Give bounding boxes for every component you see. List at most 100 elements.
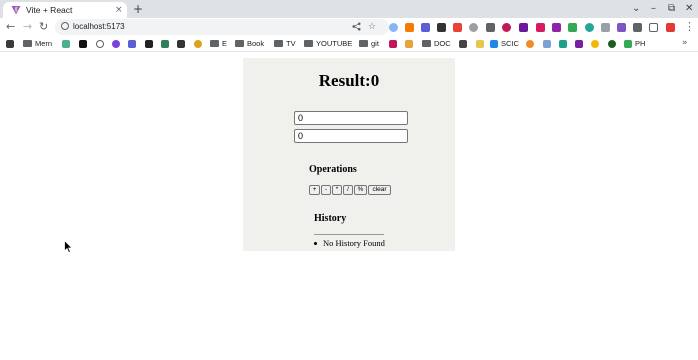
bookmark-folder-e[interactable]: E (210, 38, 227, 49)
bookmark-item[interactable] (79, 38, 87, 49)
bookmark-item[interactable] (526, 38, 534, 49)
extension-icon[interactable] (405, 23, 414, 32)
vite-logo-icon (11, 6, 21, 15)
bookmark-drive-scic[interactable]: SCIC (490, 38, 519, 49)
tab-title: Vite + React (26, 5, 73, 15)
operations-buttons: + - * / % clear (309, 185, 391, 195)
bookmark-folder-git[interactable]: git (359, 38, 379, 49)
site-info-icon[interactable] (61, 22, 69, 30)
bookmark-app-icon (128, 39, 136, 48)
extension-icon[interactable] (519, 23, 528, 32)
minimize-icon[interactable]: – (651, 1, 656, 17)
folder-icon (23, 40, 32, 47)
extension-icon[interactable] (617, 23, 626, 32)
extensions-puzzle-icon[interactable] (633, 23, 642, 32)
add-button[interactable]: + (309, 185, 320, 195)
menu-icon[interactable]: ⋮ (684, 19, 695, 35)
folder-icon (235, 40, 244, 47)
bookmark-folder-doc[interactable]: DOC (422, 38, 451, 49)
bookmark-app-icon (194, 39, 202, 48)
bookmark-label: PH (635, 38, 646, 48)
extension-icon[interactable] (421, 23, 430, 32)
folder-icon (210, 40, 219, 47)
bookmark-app-icon (6, 39, 14, 48)
bookmark-item[interactable] (194, 38, 202, 49)
bookmark-item[interactable] (145, 38, 153, 49)
bookmark-item[interactable] (459, 38, 467, 49)
extension-icon[interactable] (389, 23, 398, 32)
bookmark-folder-youtube[interactable]: YOUTUBE (304, 38, 352, 49)
bookmark-item[interactable] (177, 38, 185, 49)
extension-icon[interactable] (486, 23, 495, 32)
extension-icon[interactable] (502, 23, 511, 32)
bookmark-folder-book[interactable]: Book (235, 38, 264, 49)
bookmark-item[interactable] (608, 38, 616, 49)
history-empty-text: No History Found (323, 238, 385, 248)
bookmark-app-icon (62, 39, 70, 48)
subtract-button[interactable]: - (321, 185, 331, 195)
gmail-icon[interactable] (453, 23, 462, 32)
close-window-icon[interactable]: ✕ (685, 1, 693, 17)
bookmark-label: Book (247, 38, 265, 48)
bookmark-app-icon (112, 39, 120, 48)
extension-icon[interactable] (469, 23, 478, 32)
bookmark-item[interactable] (112, 38, 120, 49)
bookmark-label: TV (286, 38, 296, 48)
extension-icon[interactable] (601, 23, 610, 32)
modulo-button[interactable]: % (354, 185, 367, 195)
bookmark-item[interactable] (575, 38, 583, 49)
bookmark-folder-tv[interactable]: TV (274, 38, 296, 49)
google-drive-icon (490, 39, 498, 48)
history-divider (314, 234, 384, 235)
side-panel-icon[interactable] (649, 23, 658, 32)
address-bar[interactable]: localhost:5173 ☆ (55, 19, 389, 35)
bookmark-item[interactable] (389, 38, 397, 49)
bookmark-item[interactable] (128, 38, 136, 49)
url-text[interactable]: localhost:5173 (73, 20, 125, 34)
extension-icon[interactable] (536, 23, 545, 32)
bullet-icon (314, 242, 317, 246)
multiply-button[interactable]: * (332, 185, 342, 195)
bookmark-folder-mern[interactable]: Mern (23, 38, 52, 49)
extension-icon[interactable] (585, 23, 594, 32)
bookmark-app-icon (543, 39, 551, 48)
bookmark-item[interactable] (559, 38, 567, 49)
bookmark-item[interactable] (591, 38, 599, 49)
bookmark-item[interactable] (543, 38, 551, 49)
extension-icon[interactable] (568, 23, 577, 32)
bookmark-item[interactable] (62, 38, 70, 49)
extension-icon[interactable] (437, 23, 446, 32)
result-heading: Result:0 (318, 71, 380, 90)
clear-button[interactable]: clear (368, 185, 391, 195)
share-icon[interactable] (352, 22, 361, 31)
second-number-input[interactable]: 0 (294, 129, 408, 143)
bookmark-app-icon (389, 39, 397, 48)
bookmark-app-icon (161, 39, 169, 48)
bookmark-app-icon (405, 39, 413, 48)
folder-icon (359, 40, 368, 47)
bookmark-item[interactable] (405, 38, 413, 49)
bookmark-drive-ph[interactable]: PH (624, 38, 645, 49)
divide-button[interactable]: / (343, 185, 353, 195)
tab-search-icon[interactable]: ⌄ (632, 1, 640, 17)
bookmark-app-icon (476, 39, 484, 48)
back-icon[interactable]: ← (6, 19, 15, 35)
tab-vite-react[interactable]: Vite + React × (3, 2, 127, 18)
profile-icon[interactable] (666, 23, 675, 32)
reload-icon[interactable]: ↻ (39, 19, 48, 35)
new-tab-icon[interactable]: + (133, 1, 143, 17)
first-number-input[interactable]: 0 (294, 111, 408, 125)
bookmarks-overflow-icon[interactable]: » (682, 37, 688, 49)
folder-icon (422, 40, 431, 47)
google-drive-icon (624, 39, 632, 48)
extension-icon[interactable] (552, 23, 561, 32)
bookmark-item[interactable] (96, 38, 104, 49)
bookmark-app-icon (591, 39, 599, 48)
bookmark-star-icon[interactable]: ☆ (368, 20, 376, 34)
bookmark-item[interactable] (476, 38, 484, 49)
bookmark-item[interactable] (161, 38, 169, 49)
tab-close-icon[interactable]: × (115, 3, 123, 17)
restore-icon[interactable]: ⧉ (668, 1, 675, 17)
forward-icon[interactable]: → (23, 19, 32, 35)
bookmark-item[interactable] (6, 38, 14, 49)
